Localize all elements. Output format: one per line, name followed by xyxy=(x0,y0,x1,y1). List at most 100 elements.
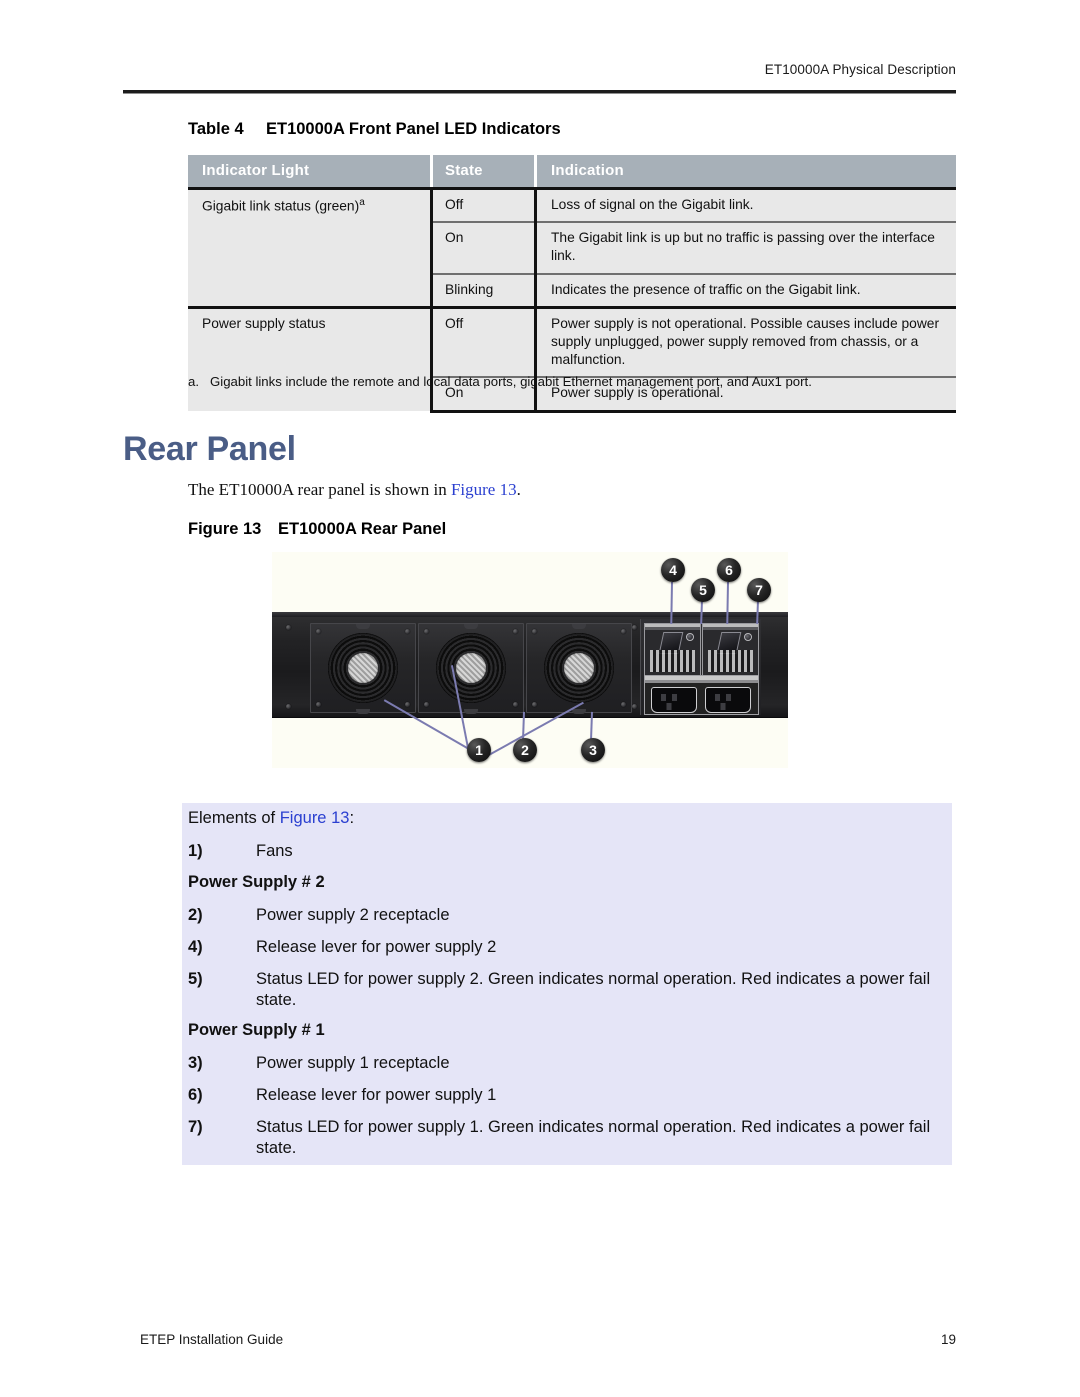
figure-caption-number: Figure 13 xyxy=(188,520,262,538)
table-caption-number: Table 4 xyxy=(188,120,244,138)
elements-intro-colon: : xyxy=(349,809,355,827)
elements-figure-link[interactable]: Figure 13 xyxy=(280,809,350,827)
screw-icon xyxy=(632,625,637,630)
power-supply-1-status-led xyxy=(744,633,752,641)
element-item-4-number: 4) xyxy=(188,938,203,956)
screw-icon xyxy=(405,702,410,707)
screw-icon xyxy=(286,704,291,709)
section-heading-rear-panel: Rear Panel xyxy=(123,430,296,468)
screw-icon xyxy=(621,702,626,707)
figure-callout-3: 3 xyxy=(581,738,605,762)
element-item-7: 7) Status LED for power supply 1. Green … xyxy=(188,1117,946,1159)
header-rule xyxy=(123,90,956,94)
figure-callout-4: 4 xyxy=(661,558,685,582)
figure-callout-7: 7 xyxy=(747,578,771,602)
element-item-4-text: Release lever for power supply 2 xyxy=(256,938,497,956)
figure-callout-6: 6 xyxy=(717,558,741,582)
table-header-row: Indicator Light State Indication xyxy=(188,155,956,190)
cell-indicator-light-text: Gigabit link status (green) xyxy=(202,198,360,214)
element-item-7-number: 7) xyxy=(188,1118,203,1136)
element-item-6-text: Release lever for power supply 1 xyxy=(256,1086,497,1104)
screw-icon xyxy=(424,702,429,707)
element-item-3-text: Power supply 1 receptacle xyxy=(256,1054,450,1072)
fan-handle xyxy=(356,709,370,714)
figure-elements-box: Elements of Figure 13: 1) Fans Power Sup… xyxy=(182,803,952,1165)
power-supply-2-subheading: Power Supply # 2 xyxy=(188,873,325,891)
fan-hub xyxy=(456,653,486,683)
fan-handle xyxy=(356,624,370,629)
cell-indication: Power supply is not operational. Possibl… xyxy=(535,305,956,378)
element-item-5-text: Status LED for power supply 2. Green ind… xyxy=(256,970,931,1010)
table-footnote-text: Gigabit links include the remote and loc… xyxy=(210,374,812,389)
element-item-2: 2) Power supply 2 receptacle xyxy=(188,905,946,926)
figure-caption: Figure 13 ET10000A Rear Panel xyxy=(188,520,446,539)
power-supply-2-receptacle xyxy=(651,687,697,713)
running-header: ET10000A Physical Description xyxy=(764,62,956,77)
screw-icon xyxy=(532,702,537,707)
element-item-5-number: 5) xyxy=(188,970,203,988)
screw-icon xyxy=(632,704,637,709)
fan-handle xyxy=(464,709,478,714)
element-item-2-number: 2) xyxy=(188,906,203,924)
screw-icon xyxy=(424,629,429,634)
element-item-4: 4) Release lever for power supply 2 xyxy=(188,937,946,958)
cell-state: Blinking xyxy=(431,272,537,308)
element-item-6-number: 6) xyxy=(188,1086,203,1104)
chassis-body xyxy=(272,612,788,718)
element-item-3-number: 3) xyxy=(188,1054,203,1072)
screw-icon xyxy=(316,702,321,707)
element-item-7-text: Status LED for power supply 1. Green ind… xyxy=(256,1118,931,1158)
screw-icon xyxy=(513,702,518,707)
power-supply-cage xyxy=(640,619,761,715)
fan-module-2 xyxy=(418,623,524,714)
table-footnote: a. Gigabit links include the remote and l… xyxy=(188,374,978,389)
footnote-marker-a: a xyxy=(359,197,365,208)
cell-indication: The Gigabit link is up but no traffic is… xyxy=(535,221,956,274)
cell-state: Off xyxy=(431,188,537,223)
element-item-3: 3) Power supply 1 receptacle xyxy=(188,1053,946,1074)
receptacle-row xyxy=(644,675,759,715)
intro-paragraph-period: . xyxy=(516,480,521,499)
power-supply-1-receptacle xyxy=(705,687,751,713)
fan-grill-icon xyxy=(436,633,506,703)
fan-handle xyxy=(572,624,586,629)
table-row: Gigabit link status (green)a Off Loss of… xyxy=(188,188,956,308)
footer-page-number: 19 xyxy=(940,1332,956,1347)
screw-icon xyxy=(621,629,626,634)
screw-icon xyxy=(286,625,291,630)
power-supply-1-subheading: Power Supply # 1 xyxy=(188,1021,325,1039)
fan-handle xyxy=(572,709,586,714)
cell-indicator-light: Power supply status xyxy=(188,305,433,412)
element-item-1: 1) Fans xyxy=(188,841,946,862)
element-item-5: 5) Status LED for power supply 2. Green … xyxy=(188,969,946,1011)
figure-rear-panel-image: 1 2 3 4 5 6 7 xyxy=(272,552,788,768)
cell-indication: Loss of signal on the Gigabit link. xyxy=(535,188,956,223)
power-supply-2-vent xyxy=(650,650,695,672)
fan-grill-icon xyxy=(328,633,398,703)
elements-intro-text: Elements of xyxy=(188,809,280,827)
column-header-indicator-light: Indicator Light xyxy=(188,155,432,190)
element-item-6: 6) Release lever for power supply 1 xyxy=(188,1085,946,1106)
fan-hub xyxy=(348,653,378,683)
column-header-indication: Indication xyxy=(534,155,956,190)
intro-paragraph: The ET10000A rear panel is shown in Figu… xyxy=(188,480,521,500)
power-supply-1-vent xyxy=(708,650,753,672)
element-item-1-number: 1) xyxy=(188,842,203,860)
table-caption: Table 4 ET10000A Front Panel LED Indicato… xyxy=(188,120,561,139)
fan-grill-icon xyxy=(544,633,614,703)
cell-state: On xyxy=(431,221,537,274)
figure-cross-reference-link[interactable]: Figure 13 xyxy=(451,480,517,499)
screw-icon xyxy=(405,629,410,634)
elements-intro: Elements of Figure 13: xyxy=(188,809,354,828)
screw-icon xyxy=(316,629,321,634)
figure-callout-1: 1 xyxy=(467,738,491,762)
fan-hub xyxy=(564,653,594,683)
table-footnote-marker: a. xyxy=(188,374,199,389)
table-caption-title: ET10000A Front Panel LED Indicators xyxy=(266,120,561,138)
screw-icon xyxy=(513,629,518,634)
cell-indication: Indicates the presence of traffic on the… xyxy=(535,272,956,308)
power-supply-2-status-led xyxy=(686,633,694,641)
cell-state: Off xyxy=(431,305,537,378)
fan-module-1 xyxy=(310,623,416,714)
element-item-1-text: Fans xyxy=(256,842,293,860)
